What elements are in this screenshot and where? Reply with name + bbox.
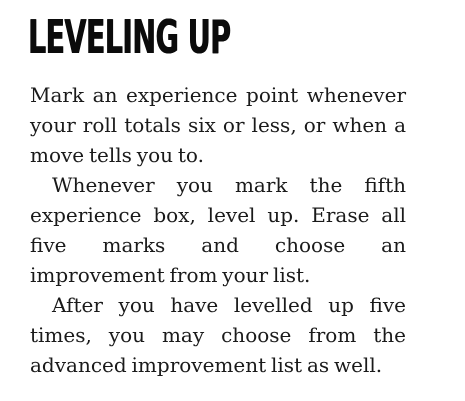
- paragraph-level-up: Whenever you mark the fifth experi­ence …: [30, 173, 406, 287]
- paragraph-advanced: After you have levelled up five times, y…: [30, 293, 406, 377]
- body-text: Mark an experience point whenever your r…: [30, 80, 406, 380]
- paragraph-experience: Mark an experience point whenever your r…: [30, 83, 406, 167]
- page: LEVELING UP Mark an experience point whe…: [0, 0, 465, 401]
- section-heading: LEVELING UP: [28, 10, 231, 64]
